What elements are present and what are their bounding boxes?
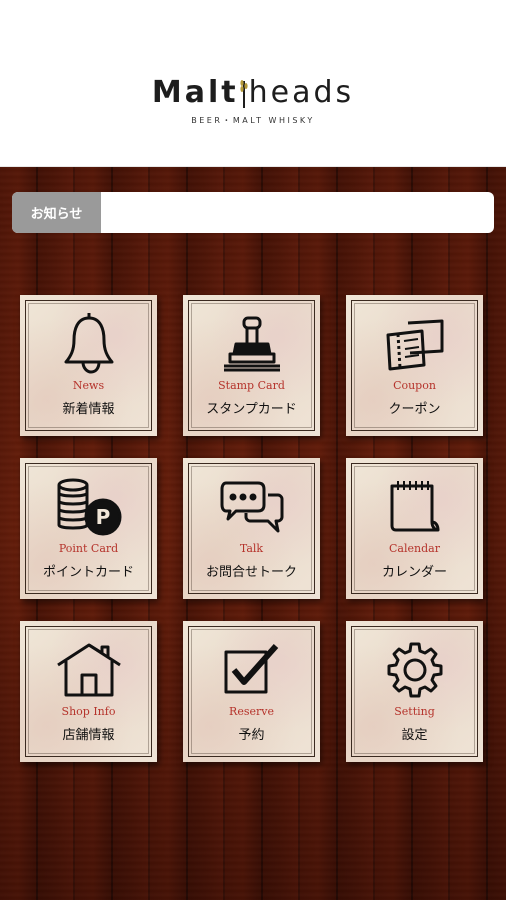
- menu-tile-point-card[interactable]: P Point Card ポイントカード: [20, 458, 157, 599]
- chat-bubbles-icon: [183, 472, 320, 542]
- menu-tile-talk[interactable]: Talk お問合せトーク: [183, 458, 320, 599]
- menu-tile-setting[interactable]: Setting 設定: [346, 621, 483, 762]
- tile-label-en: Point Card: [58, 542, 119, 555]
- tile-label-en: Calendar: [389, 542, 440, 555]
- tile-label-ja: お問合せトーク: [205, 565, 297, 580]
- coupon-icon: [346, 309, 483, 379]
- tile-label-ja: スタンプカード: [206, 402, 297, 417]
- tile-label-ja: 設定: [401, 728, 428, 743]
- logo-subtitle: BEER・MALT WHISKY: [191, 116, 315, 125]
- tile-label-ja: カレンダー: [381, 565, 447, 580]
- tile-label-en: Stamp Card: [218, 379, 285, 392]
- menu-tile-stamp-card[interactable]: Stamp Card スタンプカード: [183, 295, 320, 436]
- menu-tile-shop-info[interactable]: Shop Info 店舗情報: [20, 621, 157, 762]
- tile-label-en: Reserve: [229, 705, 274, 718]
- app-header: Malt heads BEER・MALT WHISKY: [0, 0, 506, 167]
- tile-label-en: Talk: [239, 542, 264, 555]
- notice-label: お知らせ: [12, 192, 101, 233]
- maltheads-logo: Malt heads BEER・MALT WHISKY: [0, 76, 506, 126]
- gear-icon: [346, 635, 483, 705]
- logo-wordmark: Malt heads: [152, 76, 354, 109]
- tile-label-en: Shop Info: [61, 705, 116, 718]
- menu-tile-coupon[interactable]: Coupon クーポン: [346, 295, 483, 436]
- logo-text-malt: Malt: [151, 75, 239, 110]
- tile-label-en: Coupon: [393, 379, 436, 392]
- menu-tile-calendar[interactable]: Calendar カレンダー: [346, 458, 483, 599]
- tile-label-en: News: [72, 379, 105, 392]
- tile-label-ja: ポイントカード: [42, 565, 134, 580]
- tile-label-ja: 新着情報: [62, 402, 115, 417]
- bell-icon: [20, 309, 157, 379]
- tile-label-ja: 店舗情報: [62, 728, 115, 743]
- stamp-icon: [183, 309, 320, 379]
- coins-icon: P: [20, 472, 157, 542]
- wheat-icon: [239, 80, 248, 108]
- checkbox-icon: [183, 635, 320, 705]
- menu-tile-reserve[interactable]: Reserve 予約: [183, 621, 320, 762]
- tile-label-ja: クーポン: [388, 402, 441, 417]
- house-icon: [20, 635, 157, 705]
- tile-label-en: Setting: [394, 705, 435, 718]
- menu-tile-news[interactable]: News 新着情報: [20, 295, 157, 436]
- calendar-icon: [346, 472, 483, 542]
- tile-label-ja: 予約: [238, 728, 265, 743]
- notice-bar[interactable]: お知らせ: [12, 192, 494, 233]
- svg-text:P: P: [95, 505, 110, 529]
- logo-text-heads: heads: [248, 75, 355, 110]
